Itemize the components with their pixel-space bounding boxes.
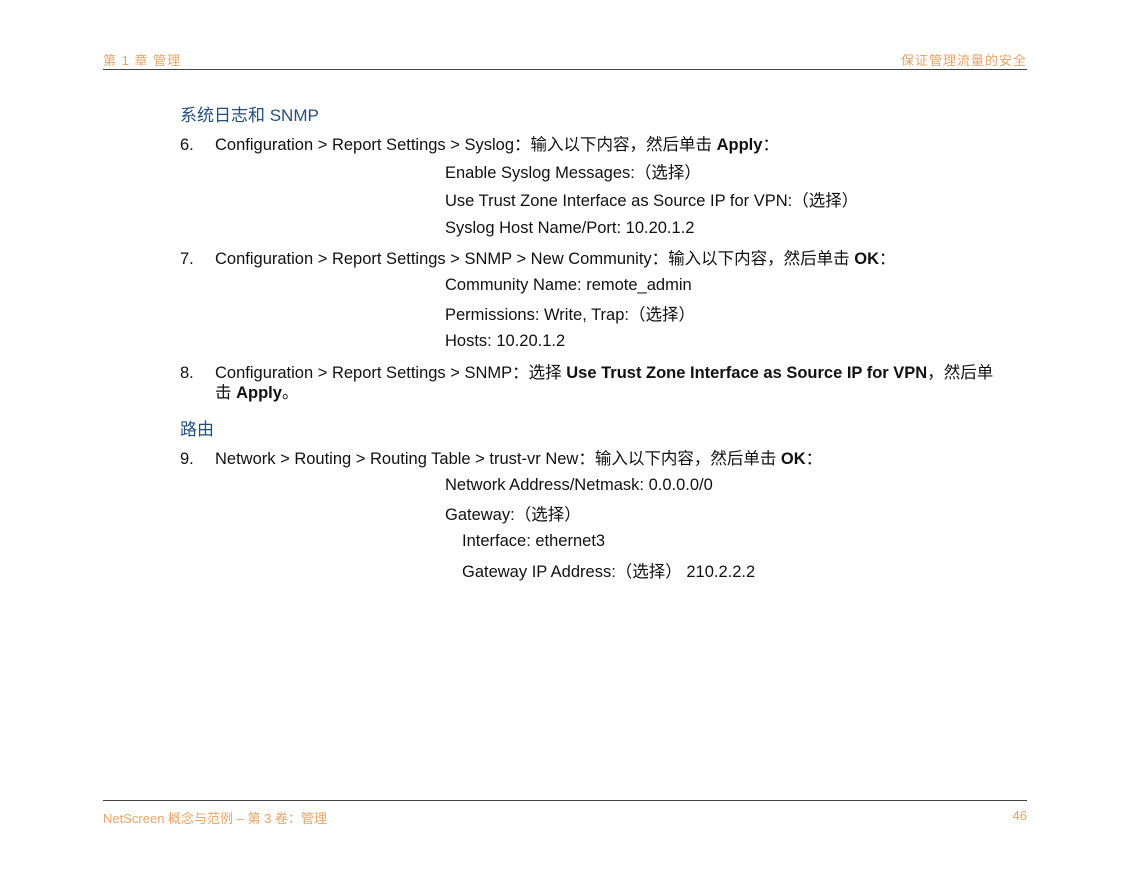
- step-text: Configuration > Report Settings > Syslog…: [215, 136, 779, 154]
- step-text: Configuration > Report Settings > SNMP：选…: [215, 364, 994, 382]
- step-text: Network > Routing > Routing Table > trus…: [215, 450, 823, 468]
- step-item: Permissions: Write, Trap:（选择）: [445, 306, 695, 324]
- step-item: Community Name: remote_admin: [445, 276, 692, 294]
- step-number: 6.: [180, 136, 194, 154]
- header-rule: [103, 69, 1027, 70]
- header-chapter: 第 1 章 管理: [103, 53, 182, 68]
- step-item: Gateway:（选择）: [445, 506, 581, 524]
- step-text-continued: 击 Apply。: [215, 384, 299, 402]
- step-number: 8.: [180, 364, 194, 382]
- document-page: 第 1 章 管理 保证管理流量的安全 系统日志和 SNMP 6. Configu…: [0, 0, 1129, 872]
- section-heading: 路由: [180, 420, 214, 439]
- footer-rule: [103, 800, 1027, 801]
- step-number: 7.: [180, 250, 194, 268]
- header-section: 保证管理流量的安全: [900, 53, 1027, 68]
- section-heading: 系统日志和 SNMP: [180, 106, 319, 125]
- step-text: Configuration > Report Settings > SNMP >…: [215, 250, 896, 268]
- step-subitem: Gateway IP Address:（选择） 210.2.2.2: [462, 563, 756, 581]
- step-item: Network Address/Netmask: 0.0.0.0/0: [445, 476, 713, 494]
- page-number: 46: [1012, 808, 1027, 823]
- footer-title: NetScreen 概念与范例 – 第 3 卷：管理: [103, 811, 327, 826]
- step-item: Enable Syslog Messages:（选择）: [445, 164, 701, 182]
- step-subitem: Interface: ethernet3: [462, 532, 606, 550]
- step-item: Use Trust Zone Interface as Source IP fo…: [445, 192, 859, 210]
- step-item: Syslog Host Name/Port: 10.20.1.2: [445, 219, 695, 237]
- step-number: 9.: [180, 450, 194, 468]
- step-item: Hosts: 10.20.1.2: [445, 332, 566, 350]
